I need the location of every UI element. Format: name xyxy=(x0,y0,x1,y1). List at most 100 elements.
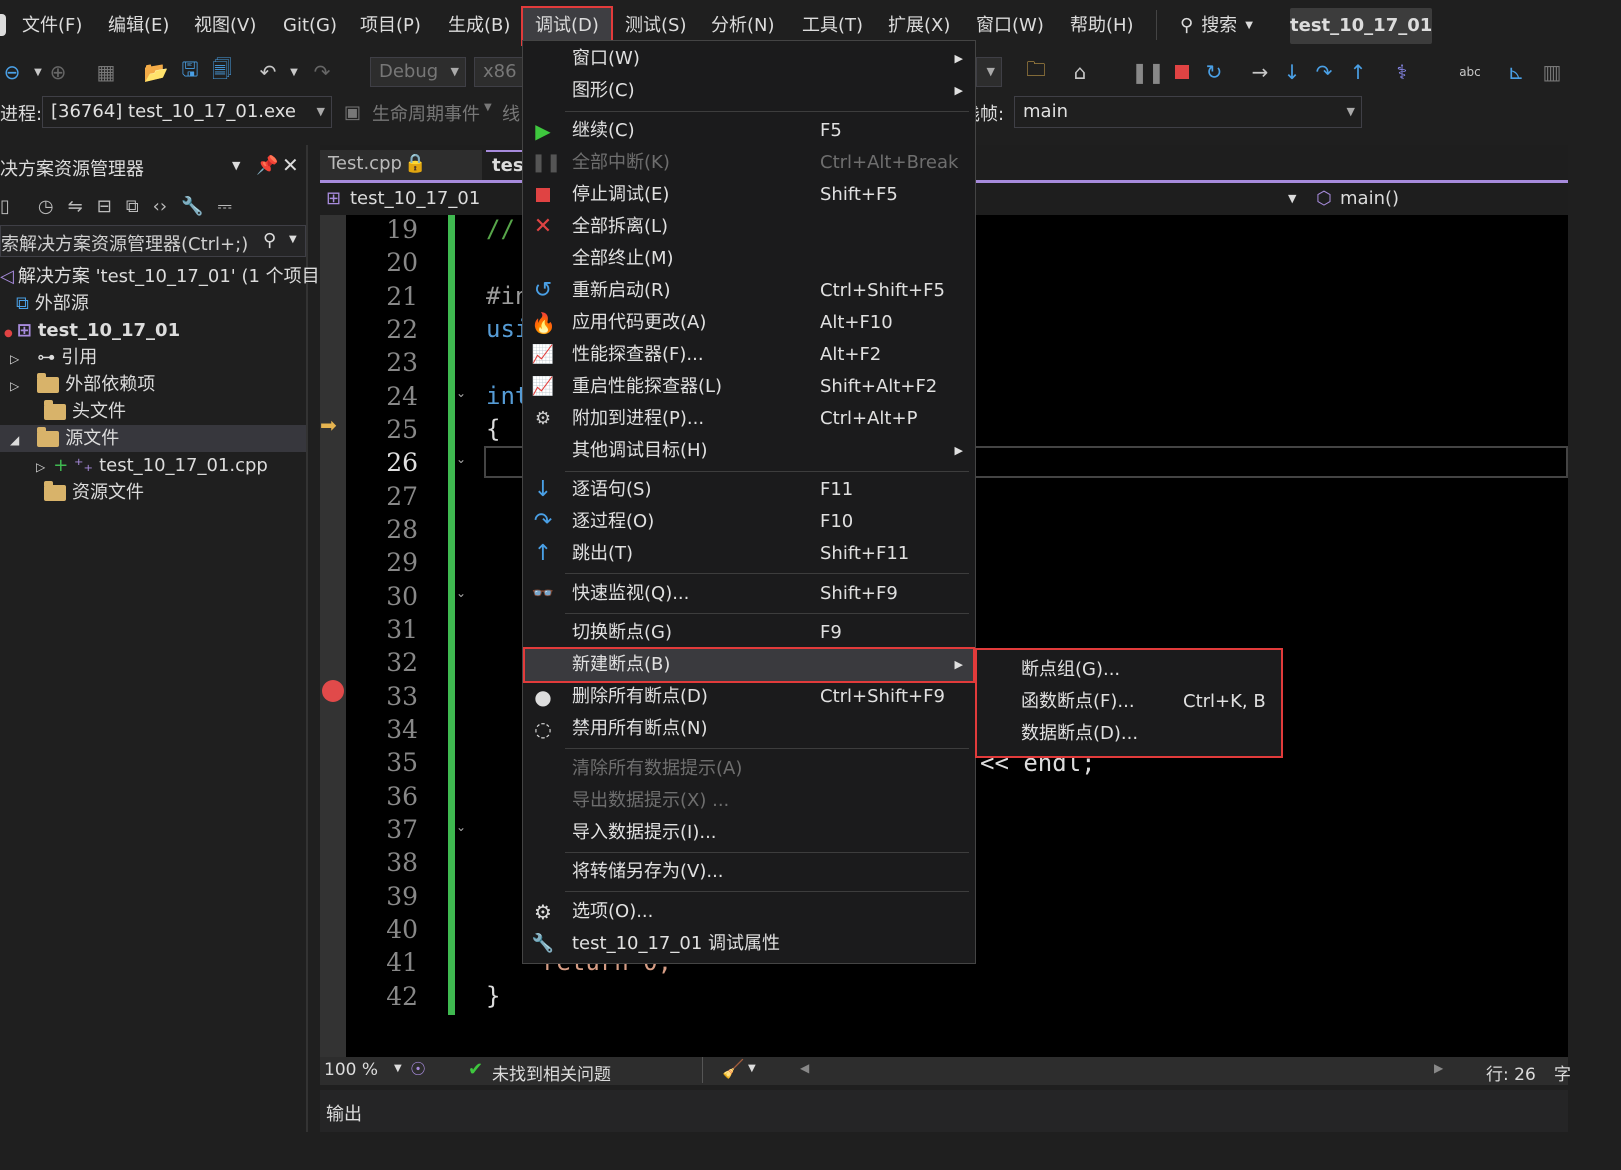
dropdown-right[interactable]: ▼ xyxy=(976,57,1002,87)
tree-project[interactable]: ● ⊞ test_10_17_01 xyxy=(4,317,180,344)
tree-source-files[interactable]: ◢ 源文件 xyxy=(0,425,306,452)
menu-edit[interactable]: 编辑(E) xyxy=(104,10,173,42)
menu-item-windows[interactable]: 窗口(W) ▶ xyxy=(523,43,975,75)
copy-icon[interactable]: ⧉ xyxy=(126,196,139,217)
menu-item-performance-profiler[interactable]: 📈 性能探查器(F)... Alt+F2 xyxy=(523,339,975,371)
menu-item-step-out[interactable]: ↑ 跳出(T) Shift+F11 xyxy=(523,538,975,570)
tree-external-sources[interactable]: ⧉ 外部源 xyxy=(16,290,89,317)
step-over-icon[interactable]: ↷ xyxy=(1312,60,1336,84)
menu-item-graphics[interactable]: 图形(C) ▶ xyxy=(523,75,975,107)
hot-reload-icon[interactable]: ⌂ xyxy=(1068,60,1092,84)
issues-status[interactable]: 未找到相关问题 xyxy=(492,1060,611,1085)
redo-icon[interactable]: ↷ xyxy=(310,60,334,84)
chevron-down-icon[interactable]: ▼ xyxy=(282,60,306,84)
submenu-item-data-breakpoint[interactable]: 数据断点(D)... xyxy=(1021,718,1138,750)
close-icon[interactable]: ✕ xyxy=(282,153,299,177)
home-icon[interactable]: ▯ xyxy=(0,196,10,217)
process-dropdown[interactable]: [36764] test_10_17_01.exe ▼ xyxy=(42,96,332,128)
lifecycle-events-dropdown[interactable]: 生命周期事件 xyxy=(372,100,480,126)
open-folder-icon[interactable]: 📂 xyxy=(144,60,169,84)
tree-references[interactable]: ▷ ⊶ 引用 xyxy=(10,344,97,371)
menu-item-step-into[interactable]: ↓ 逐语句(S) F11 xyxy=(523,474,975,506)
tree-external-deps[interactable]: ▷ 外部依赖项 xyxy=(10,371,155,398)
stop-icon[interactable] xyxy=(1175,65,1189,79)
menu-item-relaunch-profiler[interactable]: 📈 重启性能探查器(L) Shift+Alt+F2 xyxy=(523,371,975,403)
pin-icon[interactable]: 📌 xyxy=(256,155,278,176)
tree-solution[interactable]: ◁ 解决方案 'test_10_17_01' (1 个项目, xyxy=(0,263,325,290)
preview-icon[interactable]: ⎓ xyxy=(218,196,232,217)
menu-test[interactable]: 测试(S) xyxy=(621,10,690,42)
menu-project[interactable]: 项目(P) xyxy=(356,10,425,42)
menu-item-new-breakpoint[interactable]: 新建断点(B) ▶ xyxy=(523,647,975,683)
history-icon[interactable]: ◷ xyxy=(38,196,54,217)
layout-icon[interactable]: ⊾ xyxy=(1504,60,1528,84)
indicator-margin[interactable] xyxy=(320,215,346,1057)
menu-item-toggle-breakpoint[interactable]: 切换断点(G) F9 xyxy=(523,617,975,649)
tab-test-cpp[interactable]: Test.cpp 🔒 xyxy=(320,150,482,180)
fold-icon[interactable]: ⌄ xyxy=(456,820,466,834)
back-icon[interactable]: ⊖ xyxy=(0,60,24,84)
submenu-item-function-breakpoint[interactable]: 函数断点(F)... xyxy=(1021,686,1135,718)
submenu-item-breakpoint-group[interactable]: 断点组(G)... xyxy=(1021,654,1120,686)
solution-search-input[interactable]: 索解决方案资源管理器(Ctrl+;) ⚲ ▼ xyxy=(0,225,306,257)
menu-item-disable-all-breakpoints[interactable]: ◌ 禁用所有断点(N) xyxy=(523,713,975,745)
menu-item-save-dump[interactable]: 将转储另存为(V)... xyxy=(523,856,975,888)
sync-icon[interactable]: ⇋ xyxy=(68,196,83,217)
save-icon[interactable]: 🖫 xyxy=(178,57,202,84)
menu-item-terminate-all[interactable]: 全部终止(M) xyxy=(523,243,975,275)
show-next-statement-icon[interactable]: → xyxy=(1248,60,1272,84)
menu-analyze[interactable]: 分析(N) xyxy=(707,10,779,42)
forward-icon[interactable]: ⊕ xyxy=(46,60,70,84)
collapse-icon[interactable]: ⊟ xyxy=(97,196,112,217)
copilot-icon[interactable]: ☉ xyxy=(410,1059,426,1080)
menu-item-delete-all-breakpoints[interactable]: ● 删除所有断点(D) Ctrl+Shift+F9 xyxy=(523,681,975,713)
scroll-right-icon[interactable]: ▶ xyxy=(1434,1061,1443,1075)
chevron-down-icon[interactable]: ▼ xyxy=(394,1063,402,1074)
nav-member-dropdown[interactable]: ⬡ main() xyxy=(1312,186,1568,214)
menu-item-attach-to-process[interactable]: ⚙ 附加到进程(P)... Ctrl+Alt+P xyxy=(523,403,975,435)
chevron-down-icon[interactable]: ▼ xyxy=(232,159,240,172)
config-dropdown[interactable]: Debug ▼ xyxy=(370,57,466,87)
nav-project-dropdown[interactable]: ⊞ test_10_17_01 xyxy=(320,186,524,214)
platform-dropdown[interactable]: x86 xyxy=(474,57,524,87)
menu-item-debug-properties[interactable]: 🔧 test_10_17_01 调试属性 xyxy=(523,928,975,960)
menu-file[interactable]: 文件(F) xyxy=(18,10,86,42)
tree-resource-files[interactable]: 资源文件 xyxy=(44,479,144,506)
menu-item-stop-debugging[interactable]: 停止调试(E) Shift+F5 xyxy=(523,179,975,211)
output-title[interactable]: 输出 xyxy=(326,1100,362,1126)
more-icon[interactable]: ▥ xyxy=(1540,60,1564,84)
menu-item-other-debug-targets[interactable]: 其他调试目标(H) ▶ xyxy=(523,435,975,467)
spell-check-icon[interactable]: abc xyxy=(1458,60,1482,84)
folder-view-icon[interactable]: 🗀 xyxy=(1024,57,1048,84)
nav-middle-dropdown[interactable]: ▼ xyxy=(976,186,1308,214)
brush-icon[interactable]: 🧹 xyxy=(722,1059,744,1080)
menu-window[interactable]: 窗口(W) xyxy=(972,10,1048,42)
menu-tools[interactable]: 工具(T) xyxy=(798,10,867,42)
new-item-icon[interactable]: ▦ xyxy=(94,60,118,84)
save-all-icon[interactable]: 🗐 xyxy=(210,57,234,84)
diagnostics-icon[interactable]: ⚕ xyxy=(1390,60,1414,84)
menu-item-restart[interactable]: ↺ 重新启动(R) Ctrl+Shift+F5 xyxy=(523,275,975,307)
restart-icon[interactable]: ↻ xyxy=(1202,60,1226,84)
menu-extensions[interactable]: 扩展(X) xyxy=(884,10,954,42)
menu-item-step-over[interactable]: ↷ 逐过程(O) F10 xyxy=(523,506,975,538)
menu-git[interactable]: Git(G) xyxy=(279,10,341,42)
fold-icon[interactable]: ⌄ xyxy=(456,586,466,600)
zoom-level[interactable]: 100 % xyxy=(324,1060,378,1080)
chevron-down-icon[interactable]: ▼ xyxy=(748,1063,756,1074)
stack-frame-dropdown[interactable]: main ▼ xyxy=(1014,96,1362,128)
tab-active[interactable]: test xyxy=(486,150,532,180)
tree-cpp-file[interactable]: ▷ + ⁺₊ test_10_17_01.cpp xyxy=(36,452,268,479)
menu-build[interactable]: 生成(B) xyxy=(444,10,514,42)
menu-item-apply-code-changes[interactable]: 🔥 应用代码更改(A) Alt+F10 xyxy=(523,307,975,339)
breakpoint-icon[interactable] xyxy=(322,680,344,702)
menu-view[interactable]: 视图(V) xyxy=(190,10,260,42)
pause-icon[interactable]: ❚❚ xyxy=(1131,60,1165,84)
search-box[interactable]: ⚲ 搜索 ▼ xyxy=(1180,10,1253,42)
step-into-icon[interactable]: ↓ xyxy=(1280,60,1304,84)
menu-item-quick-watch[interactable]: 👓 快速监视(Q)... Shift+F9 xyxy=(523,578,975,610)
menu-item-continue[interactable]: ▶ 继续(C) F5 xyxy=(523,115,975,147)
properties-icon[interactable]: 🔧 xyxy=(181,196,203,217)
scroll-left-icon[interactable]: ◀ xyxy=(800,1061,809,1075)
menu-item-import-datatips[interactable]: 导入数据提示(I)... xyxy=(523,817,975,849)
